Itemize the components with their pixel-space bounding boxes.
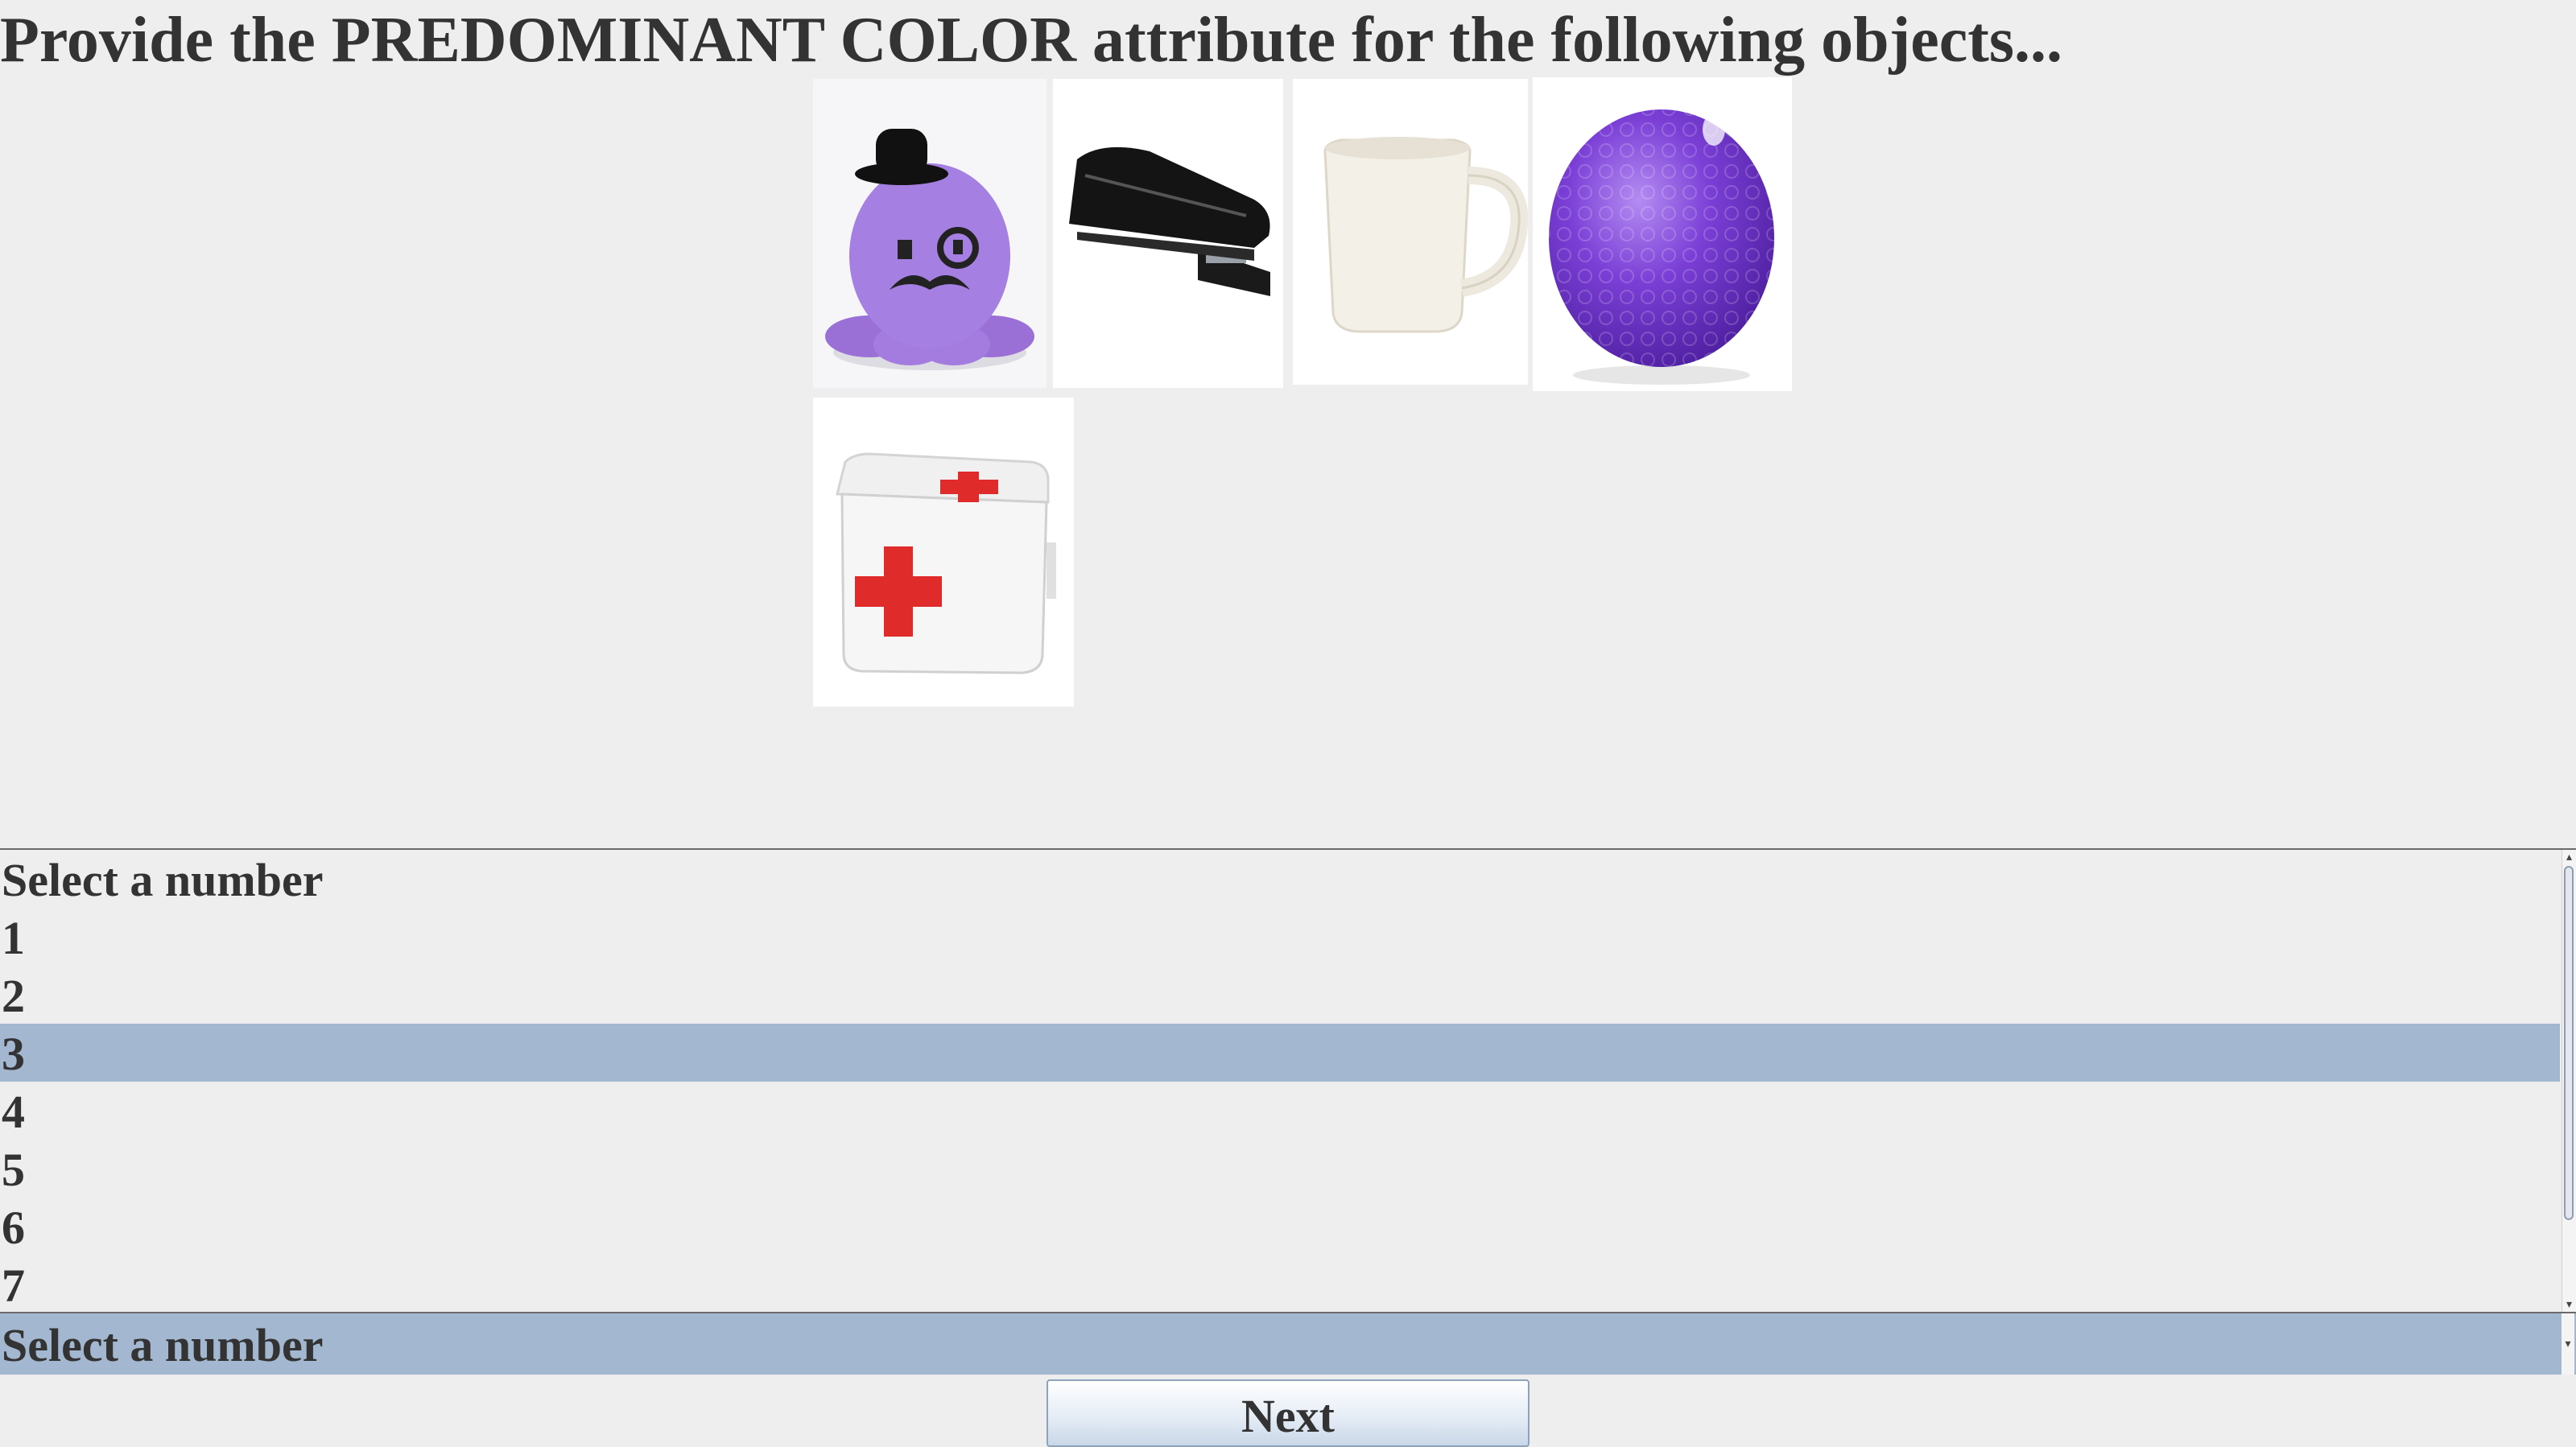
- listbox-scrollbar[interactable]: ▴ ▾: [2562, 850, 2576, 1312]
- list-item-6[interactable]: 6: [0, 1198, 2560, 1255]
- prompt-heading: Provide the PREDOMINANT COLOR attribute …: [0, 5, 2063, 76]
- first-aid-kit-icon: [813, 398, 1074, 707]
- list-item-5[interactable]: 5: [0, 1140, 2560, 1198]
- list-item-2[interactable]: 2: [0, 966, 2560, 1024]
- black-stapler-icon: [1053, 79, 1283, 388]
- list-item-4[interactable]: 4: [0, 1082, 2560, 1140]
- dropdown-selected-value: Select a number: [2, 1319, 324, 1371]
- app-window: Provide the PREDOMINANT COLOR attribute …: [0, 0, 2576, 1447]
- number-list-items: Select a number 1 2 3 4 5 6 7: [0, 850, 2560, 1312]
- list-item-1[interactable]: 1: [0, 908, 2560, 966]
- object-image-stapler: [1053, 79, 1283, 388]
- list-item-placeholder[interactable]: Select a number: [0, 850, 2560, 908]
- number-listbox[interactable]: Select a number 1 2 3 4 5 6 7 ▴ ▾: [0, 848, 2576, 1313]
- purple-octopus-plush-icon: [813, 79, 1046, 388]
- scroll-down-arrow-icon[interactable]: ▾: [2562, 1297, 2576, 1312]
- purple-golf-ball-icon: [1533, 77, 1792, 391]
- scrollbar-thumb[interactable]: [2564, 866, 2574, 1220]
- object-image-mug: [1293, 79, 1528, 385]
- chevron-down-icon[interactable]: ▾: [2562, 1313, 2574, 1375]
- object-image-octopus-plush: [813, 79, 1046, 388]
- scroll-up-arrow-icon[interactable]: ▴: [2562, 850, 2576, 864]
- number-dropdown[interactable]: Select a number ▾: [0, 1313, 2576, 1375]
- list-item-3-selected[interactable]: 3: [0, 1024, 2560, 1082]
- next-button[interactable]: Next: [1046, 1379, 1530, 1447]
- object-image-golf-ball: [1533, 77, 1792, 391]
- list-item-7[interactable]: 7: [0, 1255, 2560, 1312]
- white-mug-icon: [1293, 79, 1528, 385]
- object-image-first-aid-kit: [813, 398, 1074, 707]
